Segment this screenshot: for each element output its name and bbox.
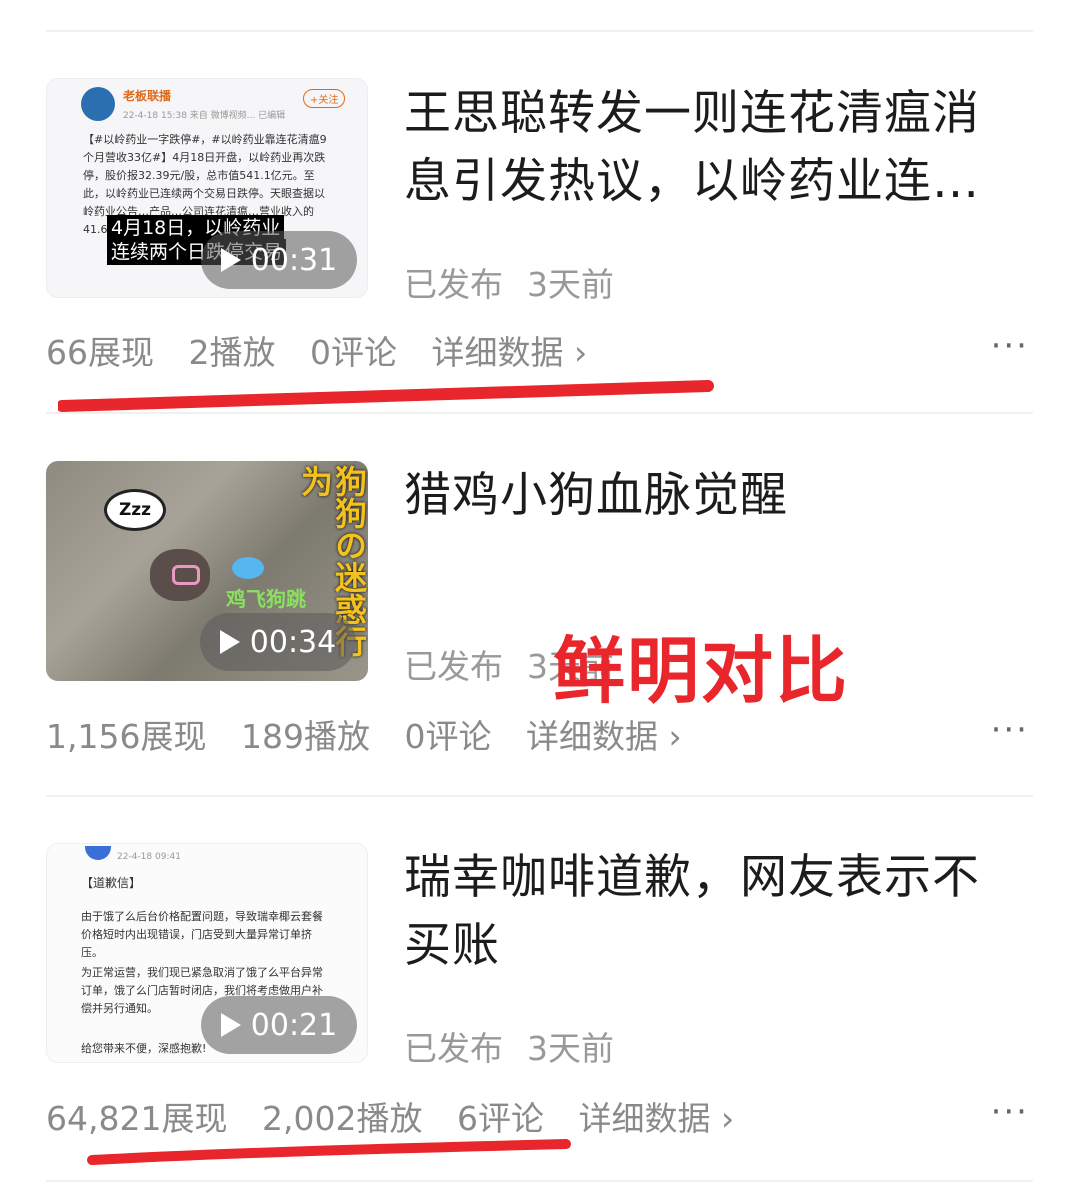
dog-harness [172,565,200,585]
plays-count: 2,002播放 [261,1099,423,1138]
time-text: 3天前 [527,1029,614,1068]
video-title-2[interactable]: 猎鸡小狗血脉觉醒 [404,462,1024,530]
red-underline-annotation-2 [87,1139,571,1165]
publish-status-1: 已发布 3天前 [404,258,614,306]
comments-count: 0评论 [310,333,397,372]
detail-data-link[interactable]: 详细数据 › [526,717,682,756]
video-thumbnail-1[interactable]: 老板联播 +关注 22-4-18 15:38 来自 微博视频... 已编辑 【#… [46,78,368,298]
video-duration-badge: 00:21 [201,996,357,1054]
red-underline-annotation-1 [58,380,714,412]
post-meta: 22-4-18 15:38 来自 微博视频... 已编辑 [123,111,286,121]
comments-count: 0评论 [404,717,492,756]
avatar [81,87,115,121]
status-text: 已发布 [404,265,503,304]
bottom-divider [46,1180,1033,1182]
detail-data-link[interactable]: 详细数据 › [432,333,588,372]
bird-sticker [232,557,264,579]
avatar [85,846,111,860]
item-divider-2 [46,795,1033,797]
more-options-icon[interactable]: ··· [991,1092,1029,1132]
play-icon [219,630,240,654]
post-meta: 22-4-18 09:41 [117,852,181,862]
video-title-1[interactable]: 王思聪转发一则连花清瘟消息引发热议，以岭药业连… [404,80,1024,216]
play-icon [220,248,241,272]
plays-count: 2播放 [188,333,276,372]
detail-data-link[interactable]: 详细数据 › [578,1099,734,1138]
more-options-icon[interactable]: ··· [991,326,1029,366]
contrast-annotation: 鲜明对比 [553,629,850,713]
zzz-bubble: Zzz [104,489,166,531]
play-icon [220,1013,241,1037]
status-text: 已发布 [404,1029,503,1068]
impressions-count: 1,156展现 [46,717,207,756]
duration-text: 00:34 [249,624,337,660]
impressions-count: 64,821展现 [46,1099,228,1138]
time-text: 3天前 [527,265,614,304]
duration-text: 00:21 [250,1007,338,1043]
follow-button: +关注 [303,89,346,108]
status-text: 已发布 [404,647,503,686]
top-divider [46,30,1033,32]
video-duration-badge: 00:34 [200,613,356,671]
letter-body-1: 由于饿了么后台价格配置问题，导致瑞幸椰云套餐价格短时内出现错误，门店受到大量异常… [81,910,323,959]
stats-row-3: 64,821展现 2,002播放 6评论 详细数据 › [46,1092,758,1140]
video-thumbnail-3[interactable]: 22-4-18 09:41 【道歉信】 由于饿了么后台价格配置问题，导致瑞幸椰云… [46,843,368,1063]
video-title-3[interactable]: 瑞幸咖啡道歉，网友表示不买账 [404,844,1024,980]
stats-row-2: 1,156展现 189播放 0评论 详细数据 › [46,710,706,758]
letter-closing: 给您带来不便，深感抱歉! [81,1042,207,1055]
comments-count: 6评论 [456,1099,544,1138]
video-duration-badge: 00:31 [201,231,357,289]
publish-status-3: 已发布 3天前 [404,1022,614,1070]
duration-text: 00:31 [250,242,338,278]
more-options-icon[interactable]: ··· [991,710,1029,750]
item-divider-1 [46,412,1033,414]
account-name: 老板联播 [123,89,172,103]
stats-row-1: 66展现 2播放 0评论 详细数据 › [46,326,611,374]
video-thumbnail-2[interactable]: Zzz 鸡飞狗跳 狗狗の迷惑行为 00:34 [46,461,368,681]
letter-heading: 【道歉信】 [81,876,142,890]
plays-count: 189播放 [240,717,370,756]
impressions-count: 66展现 [46,333,154,372]
